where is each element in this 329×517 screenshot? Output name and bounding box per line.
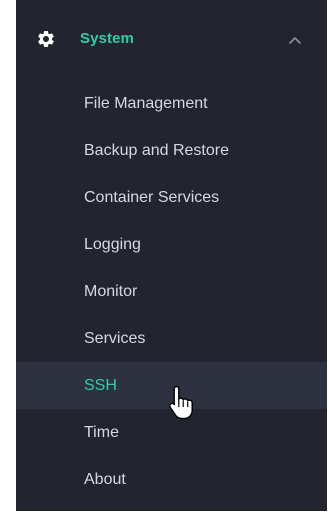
menu-item-container-services[interactable]: Container Services xyxy=(16,174,327,221)
gear-icon xyxy=(38,30,54,47)
menu-item-about[interactable]: About xyxy=(16,456,327,503)
menu-item-backup-and-restore[interactable]: Backup and Restore xyxy=(16,127,327,174)
sidebar: System File Management Backup and Restor… xyxy=(16,0,327,511)
menu-item-label: About xyxy=(84,471,126,488)
menu-item-file-management[interactable]: File Management xyxy=(16,80,327,127)
menu-item-label: Container Services xyxy=(84,189,220,206)
menu-item-label: Time xyxy=(84,424,119,441)
system-submenu: File Management Backup and Restore Conta… xyxy=(16,80,327,503)
menu-item-label: SSH xyxy=(84,377,117,394)
system-group-header[interactable]: System xyxy=(16,16,327,64)
menu-item-ssh[interactable]: SSH xyxy=(16,362,327,409)
menu-item-label: Logging xyxy=(84,236,141,253)
system-group-label: System xyxy=(80,30,134,47)
menu-item-label: Backup and Restore xyxy=(84,142,229,159)
menu-item-services[interactable]: Services xyxy=(16,315,327,362)
menu-item-label: Services xyxy=(84,330,146,347)
menu-item-label: Monitor xyxy=(84,283,138,300)
chevron-up-icon[interactable] xyxy=(287,35,303,45)
menu-item-label: File Management xyxy=(84,95,208,112)
menu-item-logging[interactable]: Logging xyxy=(16,221,327,268)
menu-item-monitor[interactable]: Monitor xyxy=(16,268,327,315)
menu-item-time[interactable]: Time xyxy=(16,409,327,456)
